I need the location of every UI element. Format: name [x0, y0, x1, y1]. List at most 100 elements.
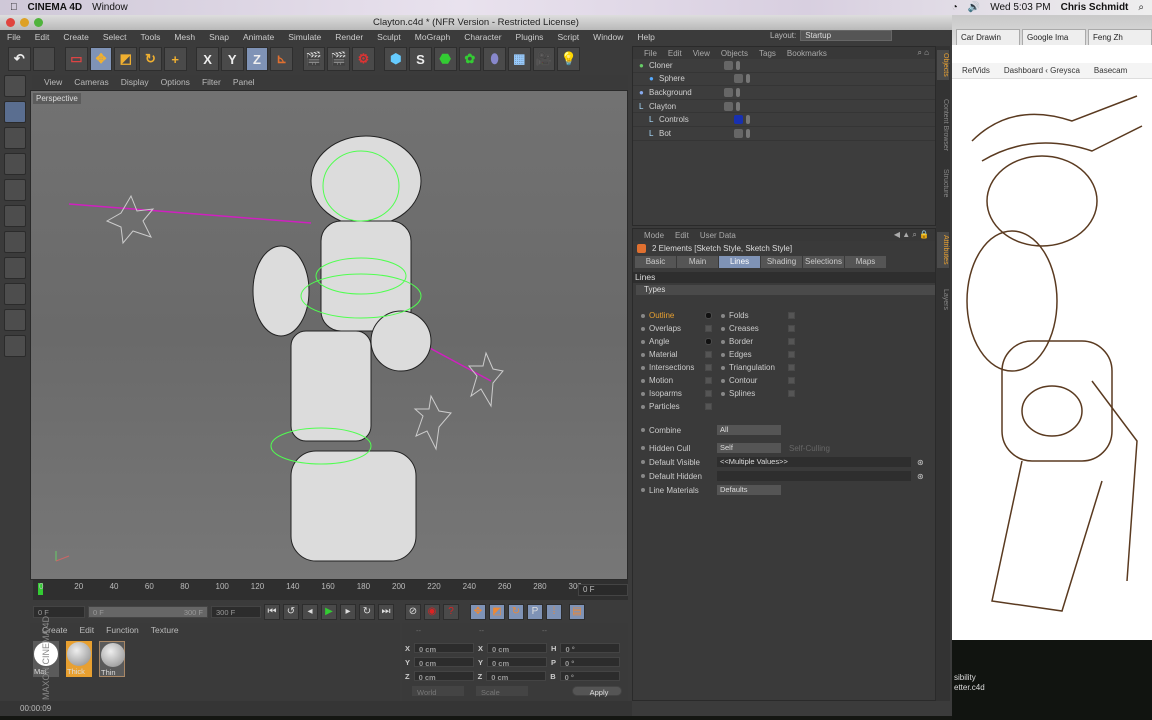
viewport-menu-options[interactable]: Options — [161, 77, 190, 87]
scale-tool-icon[interactable]: ◩ — [114, 47, 138, 71]
default-visible-field[interactable]: <<Multiple Values>> — [717, 457, 911, 467]
scale-z-field[interactable]: 0 cm — [486, 671, 547, 682]
menu-script[interactable]: Script — [550, 32, 586, 42]
menu-character[interactable]: Character — [457, 32, 508, 42]
undo-button[interactable]: ↶ — [8, 47, 31, 71]
move-tool-icon[interactable]: ✥ — [89, 47, 113, 71]
timeline-ruler[interactable]: 0 20 40 60 80 100 120 140 160 180 200 220 240 260 280 3… — [33, 580, 628, 600]
bookmark[interactable]: Dashboard ‹ Greysca — [1004, 66, 1080, 75]
side-tab-layers[interactable]: Layers — [937, 286, 949, 313]
tab-maps[interactable]: Maps — [845, 256, 886, 268]
record-rotation-icon[interactable]: ↻ — [508, 604, 524, 620]
self-culling-checkbox[interactable]: Self-Culling — [789, 444, 830, 453]
material-thick[interactable]: Thick — [66, 641, 92, 677]
line-type-checkbox[interactable] — [788, 312, 795, 319]
menu-edit[interactable]: Edit — [28, 32, 57, 42]
hidden-cull-dropdown[interactable]: Self — [717, 443, 781, 453]
tab-main[interactable]: Main — [677, 256, 718, 268]
next-frame-icon[interactable]: ▸ — [340, 604, 356, 620]
line-type-checkbox[interactable] — [788, 351, 795, 358]
polygons-mode-icon[interactable] — [4, 231, 26, 253]
sculpt-icon[interactable] — [4, 75, 26, 97]
os-app-menu[interactable]: CINEMA 4D — [28, 2, 83, 13]
menu-snap[interactable]: Snap — [202, 32, 236, 42]
record-position-icon[interactable]: ✥ — [470, 604, 486, 620]
side-tab-objects[interactable]: Objects — [937, 50, 949, 80]
line-type-checkbox[interactable] — [788, 390, 795, 397]
browser-tab[interactable]: Google Ima — [1022, 29, 1086, 45]
subdivision-icon[interactable]: ⬣ — [433, 47, 457, 71]
menu-plugins[interactable]: Plugins — [509, 32, 551, 42]
autokey-icon[interactable]: ? — [443, 604, 459, 620]
object-row[interactable]: L Controls — [633, 113, 935, 127]
spline-pen-icon[interactable]: S — [409, 47, 432, 71]
play-icon[interactable]: ▶ — [321, 604, 337, 620]
layer-color-icon[interactable] — [724, 87, 733, 97]
current-frame-field[interactable]: 0 F — [578, 584, 628, 596]
previous-frame-icon[interactable]: ◂ — [302, 604, 318, 620]
rotation-h-field[interactable]: 0 ° — [560, 643, 621, 654]
pick-icon[interactable]: ⊛ — [917, 458, 924, 467]
om-menu-view[interactable]: View — [693, 49, 710, 58]
viewport-menu-view[interactable]: View — [44, 77, 62, 87]
wifi-icon[interactable]: ◔ — [952, 2, 958, 13]
default-hidden-field[interactable] — [717, 471, 911, 481]
minimize-button[interactable] — [20, 18, 29, 27]
side-tab-structure[interactable]: Structure — [937, 166, 949, 200]
material-menu-edit[interactable]: Edit — [80, 625, 95, 635]
line-materials-dropdown[interactable]: Defaults — [717, 485, 781, 495]
apply-button[interactable]: Apply — [572, 686, 622, 697]
layer-color-icon[interactable] — [734, 115, 743, 125]
line-type-checkbox[interactable] — [705, 403, 712, 410]
render-settings-icon[interactable]: ⚙ — [352, 47, 375, 71]
visibility-toggle[interactable] — [736, 87, 740, 97]
rotation-p-field[interactable]: 0 ° — [560, 657, 621, 668]
layer-color-icon[interactable] — [724, 101, 733, 111]
viewport-menu-panel[interactable]: Panel — [233, 77, 255, 87]
record-icon[interactable]: ◉ — [424, 604, 440, 620]
browser-tab[interactable]: Feng Zh — [1088, 29, 1152, 45]
line-type-checkbox[interactable] — [788, 364, 795, 371]
viewport-menu-filter[interactable]: Filter — [202, 77, 221, 87]
timeline-window-icon[interactable]: ▤ — [569, 604, 585, 620]
tab-basic[interactable]: Basic — [635, 256, 676, 268]
viewport-menu-cameras[interactable]: Cameras — [74, 77, 108, 87]
tab-shading[interactable]: Shading — [761, 256, 802, 268]
render-view-icon[interactable]: 🎬 — [302, 47, 326, 71]
side-tab-content-browser[interactable]: Content Browser — [937, 96, 949, 154]
record-disabled-icon[interactable]: ⊘ — [405, 604, 421, 620]
floor-icon[interactable]: ▦ — [507, 47, 531, 71]
previous-key-icon[interactable]: ↺ — [283, 604, 299, 620]
om-menu-objects[interactable]: Objects — [721, 49, 748, 58]
points-mode-icon[interactable] — [4, 179, 26, 201]
scale-x-field[interactable]: 0 cm — [487, 643, 548, 654]
user-name[interactable]: Chris Schmidt — [1061, 2, 1129, 13]
line-type-checkbox[interactable] — [705, 325, 712, 332]
menu-render[interactable]: Render — [328, 32, 370, 42]
viewport-perspective[interactable]: Perspective — [30, 90, 628, 580]
z-axis-button[interactable]: Z — [245, 47, 269, 71]
axis-icon[interactable] — [4, 257, 26, 279]
live-selection-icon[interactable]: ▭ — [65, 47, 88, 71]
object-row[interactable]: ● Sphere — [633, 73, 935, 87]
layer-color-icon[interactable] — [734, 74, 743, 84]
search-icon[interactable]: ⌕ ⌂ — [917, 48, 929, 58]
menu-tools[interactable]: Tools — [134, 32, 168, 42]
redo-button[interactable] — [32, 47, 56, 71]
menu-mesh[interactable]: Mesh — [167, 32, 202, 42]
menu-create[interactable]: Create — [56, 32, 96, 42]
scale-y-field[interactable]: 0 cm — [487, 657, 548, 668]
record-scale-icon[interactable]: ◩ — [489, 604, 505, 620]
menu-window[interactable]: Window — [586, 32, 630, 42]
rotation-b-field[interactable]: 0 ° — [559, 671, 620, 682]
y-axis-button[interactable]: Y — [220, 47, 244, 71]
layer-color-icon[interactable] — [724, 60, 733, 70]
texture-mode-icon[interactable] — [4, 127, 26, 149]
volume-icon[interactable]: 🔊 — [968, 2, 980, 13]
visibility-toggle[interactable] — [746, 115, 750, 125]
next-key-icon[interactable]: ↻ — [359, 604, 375, 620]
spotlight-icon[interactable]: ⌕ — [1138, 2, 1144, 13]
position-z-field[interactable]: 0 cm — [413, 671, 474, 682]
tab-lines[interactable]: Lines — [719, 256, 760, 268]
menu-file[interactable]: File — [0, 32, 28, 42]
